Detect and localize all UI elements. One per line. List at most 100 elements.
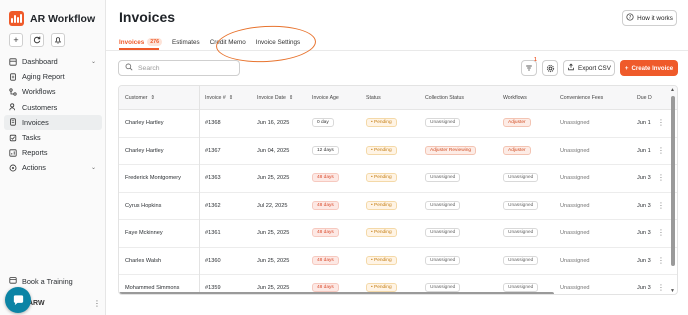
table-row[interactable]: Charles Walsh #1360 Jun 25, 2025 48 days • P… xyxy=(119,248,677,275)
cell-customer[interactable]: Faye Mckinney xyxy=(125,230,163,236)
cell-collection-status[interactable]: Unassigned xyxy=(425,228,461,237)
row-menu-icon[interactable]: ⋮ xyxy=(657,256,665,265)
highlight-circle xyxy=(215,23,317,65)
column-header-due-date[interactable]: Due D xyxy=(637,95,652,101)
cell-status: • Pending xyxy=(366,255,397,265)
cell-customer[interactable]: Charley Hartley xyxy=(125,148,164,154)
cell-collection-status[interactable]: Unassigned xyxy=(425,173,461,182)
settings-button[interactable] xyxy=(542,60,558,76)
sidebar-item-customers[interactable]: Customers xyxy=(4,100,102,115)
chevron-down-icon: ⌄ xyxy=(90,165,96,172)
book-training-link[interactable]: Book a Training xyxy=(9,276,73,286)
cell-invoice-number[interactable]: #1362 xyxy=(205,203,221,209)
bell-icon[interactable] xyxy=(51,33,65,47)
table-row[interactable]: Frederick Montgomery #1363 Jun 25, 2025 48 … xyxy=(119,165,677,193)
frozen-column-divider xyxy=(199,86,200,294)
cell-convenience-fees: Unassigned xyxy=(560,285,590,291)
sidebar-item-workflows[interactable]: Workflows xyxy=(4,84,102,99)
table-row[interactable]: Faye Mckinney #1361 Jun 25, 2025 48 days • P… xyxy=(119,220,677,248)
cell-collection-status[interactable]: Unassigned xyxy=(425,283,461,292)
column-header-invoice-number[interactable]: Invoice # ⇕ xyxy=(205,95,233,101)
cell-workflows[interactable]: Unassigned xyxy=(503,255,539,265)
scroll-up-arrow-icon[interactable]: ▲ xyxy=(670,87,675,93)
cell-workflows[interactable]: Unassigned xyxy=(503,228,539,237)
export-csv-button[interactable]: Export CSV xyxy=(563,60,615,76)
column-header-workflows[interactable]: Workflows xyxy=(503,95,527,101)
age-badge: 48 days xyxy=(312,283,339,292)
cell-invoice-number[interactable]: #1359 xyxy=(205,285,221,291)
column-header-customer[interactable]: Customer ⇕ xyxy=(125,95,155,101)
sidebar-item-label: Reports xyxy=(22,148,48,158)
sidebar-item-aging-report[interactable]: Aging Report xyxy=(4,69,102,84)
cell-workflows[interactable]: Unassigned xyxy=(503,173,539,182)
horizontal-scrollbar[interactable] xyxy=(119,292,554,294)
cell-collection-status[interactable]: Unassigned xyxy=(425,118,461,127)
create-invoice-button[interactable]: + Create Invoice xyxy=(620,60,678,76)
tabs-divider xyxy=(106,50,688,51)
cell-customer[interactable]: Charles Walsh xyxy=(125,258,161,264)
scroll-down-arrow-icon[interactable]: ▼ xyxy=(670,288,675,294)
cell-invoice-number[interactable]: #1367 xyxy=(205,148,221,154)
how-it-works-button[interactable]: ? How it works xyxy=(622,10,677,26)
cell-convenience-fees: Unassigned xyxy=(560,202,590,209)
invoice-icon xyxy=(9,118,17,126)
row-menu-icon[interactable]: ⋮ xyxy=(657,201,665,210)
table-row[interactable]: Charley Hartley #1367 Jun 04, 2025 12 days •… xyxy=(119,138,677,165)
cell-workflows[interactable]: Unassigned xyxy=(503,200,539,210)
cell-collection-status[interactable]: Unassigned xyxy=(425,255,461,265)
sidebar-item-label: Customers xyxy=(22,102,58,112)
workflow-badge: Adjuster xyxy=(503,145,531,155)
collection-status-badge: Unassigned xyxy=(425,228,461,237)
sidebar-item-reports[interactable]: Reports xyxy=(4,145,102,160)
table-row[interactable]: Charley Hartley #1368 Jun 16, 2025 0 day • P… xyxy=(119,110,677,138)
cell-invoice-number[interactable]: #1360 xyxy=(205,258,221,264)
sidebar-item-dashboard[interactable]: Dashboard ⌄ xyxy=(4,54,102,69)
cell-collection-status[interactable]: Adjuster Reviewing xyxy=(425,145,477,155)
cell-invoice-date: Jun 04, 2025 xyxy=(257,147,290,154)
status-badge: • Pending xyxy=(366,228,397,237)
cell-customer[interactable]: Mohammed Simmons xyxy=(125,285,179,291)
row-menu-icon[interactable]: ⋮ xyxy=(657,118,665,127)
cell-workflows[interactable]: Adjuster xyxy=(503,145,531,155)
row-menu-icon[interactable]: ⋮ xyxy=(657,146,665,155)
row-menu-icon[interactable]: ⋮ xyxy=(657,283,665,292)
cell-status: • Pending xyxy=(366,283,397,292)
cell-customer[interactable]: Frederick Montgomery xyxy=(125,175,181,181)
add-icon[interactable]: + xyxy=(9,33,23,47)
row-menu-icon[interactable]: ⋮ xyxy=(657,173,665,182)
cell-invoice-date: Jun 25, 2025 xyxy=(257,175,290,181)
cell-invoice-date: Jul 22, 2025 xyxy=(257,202,288,209)
vertical-scrollbar[interactable] xyxy=(671,96,675,266)
column-header-collection-status[interactable]: Collection Status xyxy=(425,95,464,101)
column-header-invoice-age[interactable]: Invoice Age xyxy=(312,95,339,101)
cell-invoice-number[interactable]: #1368 xyxy=(205,120,221,126)
cell-customer[interactable]: Charley Hartley xyxy=(125,120,164,126)
column-header-status[interactable]: Status xyxy=(366,95,381,101)
cell-invoice-number[interactable]: #1361 xyxy=(205,230,221,236)
brand[interactable]: AR Workflow xyxy=(9,11,95,26)
tab-estimates[interactable]: Estimates xyxy=(172,37,200,47)
plus-icon: + xyxy=(624,64,629,72)
collection-status-badge: Unassigned xyxy=(425,173,461,182)
table-row[interactable]: Cyrus Hopkins #1362 Jul 22, 2025 48 days • P… xyxy=(119,193,677,220)
chat-bubble-button[interactable] xyxy=(5,287,31,313)
column-header-invoice-date[interactable]: Invoice Date ⇕ xyxy=(257,95,293,101)
tab-invoices[interactable]: Invoices 276 xyxy=(119,37,163,47)
column-header-convenience-fees[interactable]: Convenience Fees xyxy=(560,95,603,101)
sidebar-item-actions[interactable]: Actions ⌄ xyxy=(4,160,102,175)
search-input[interactable]: Search xyxy=(118,60,240,76)
cell-workflows[interactable]: Adjuster xyxy=(503,118,531,127)
cell-invoice-age: 48 days xyxy=(312,283,339,292)
tab-label: Estimates xyxy=(172,38,200,46)
more-vertical-icon[interactable]: ⋮ xyxy=(93,299,101,308)
cell-invoice-age: 48 days xyxy=(312,200,339,210)
cell-invoice-number[interactable]: #1363 xyxy=(205,175,221,181)
row-menu-icon[interactable]: ⋮ xyxy=(657,228,665,237)
refresh-icon[interactable] xyxy=(30,33,44,47)
column-label: Workflows xyxy=(503,95,527,101)
sidebar-item-tasks[interactable]: Tasks xyxy=(4,130,102,145)
cell-customer[interactable]: Cyrus Hopkins xyxy=(125,203,161,209)
sidebar-item-invoices[interactable]: Invoices xyxy=(4,114,102,130)
cell-collection-status[interactable]: Unassigned xyxy=(425,200,461,210)
cell-workflows[interactable]: Unassigned xyxy=(503,283,539,292)
